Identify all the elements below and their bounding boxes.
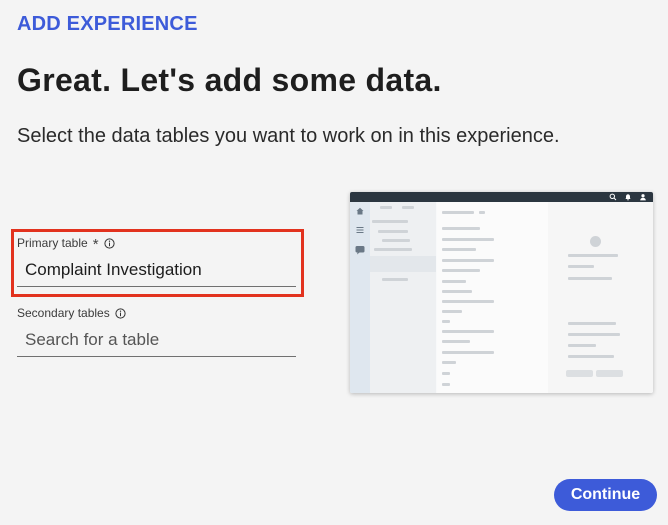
primary-table-field: Primary table * Complaint Investigation	[17, 235, 296, 287]
primary-table-input[interactable]: Complaint Investigation	[17, 253, 296, 287]
secondary-tables-search-input[interactable]: Search for a table	[17, 323, 296, 357]
preview-main-panel	[437, 202, 549, 393]
secondary-tables-label-row: Secondary tables	[17, 305, 296, 321]
continue-button[interactable]: Continue	[554, 479, 657, 511]
page-title: Great. Let's add some data.	[17, 62, 442, 98]
preview-top-bar	[350, 192, 653, 202]
secondary-tables-label: Secondary tables	[17, 306, 110, 320]
preview-detail-panel	[548, 202, 653, 393]
info-icon[interactable]	[103, 237, 115, 249]
secondary-tables-field: Secondary tables Search for a table	[17, 305, 296, 357]
info-icon[interactable]	[115, 307, 126, 319]
home-icon	[356, 207, 364, 215]
eyebrow-title: ADD EXPERIENCE	[17, 13, 198, 35]
preview-list-panel	[370, 202, 436, 393]
experience-preview-image	[350, 192, 653, 393]
primary-table-label: Primary table	[17, 236, 88, 250]
user-icon	[640, 194, 646, 201]
primary-table-label-row: Primary table *	[17, 235, 296, 253]
chat-icon	[355, 246, 365, 255]
page-subtitle: Select the data tables you want to work …	[17, 125, 560, 147]
preview-nav-rail	[350, 202, 370, 393]
search-icon	[609, 193, 617, 201]
bell-icon	[625, 194, 631, 201]
required-marker: *	[92, 235, 99, 253]
menu-icon	[356, 227, 364, 233]
